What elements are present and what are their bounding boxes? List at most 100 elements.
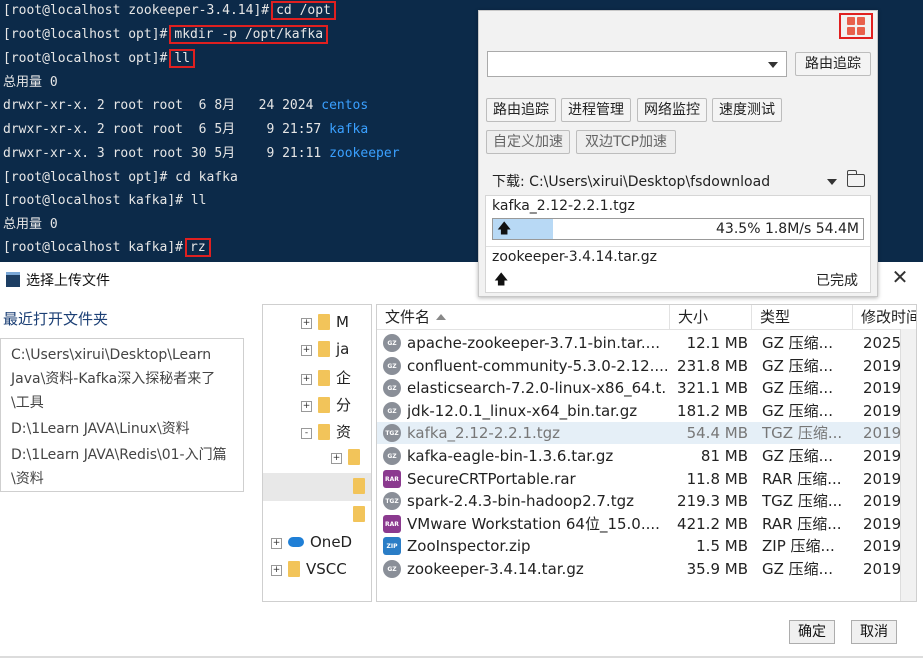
cancel-button[interactable]: 取消 [851, 620, 897, 644]
file-type: GZ 压缩... [762, 560, 833, 578]
file-row[interactable]: GZ confluent-community-5.3.0-2.12.... 231.… [377, 355, 916, 377]
file-name: SecureCRTPortable.rar [407, 469, 576, 488]
file-size: 35.9 MB [686, 560, 748, 578]
collapse-icon[interactable]: - [301, 428, 312, 439]
transfer-status: 43.5% 1.8M/s 54.4M [716, 221, 859, 237]
chevron-down-icon[interactable] [827, 179, 837, 185]
process-mgmt-button[interactable]: 进程管理 [561, 98, 631, 122]
upload-arrow-icon: 🡅 [497, 221, 512, 237]
terminal-line: [root@localhost opt]# cd kafka [3, 170, 238, 185]
upload-arrow-icon: 🡅 [494, 272, 509, 288]
column-type[interactable]: 类型 [752, 305, 853, 329]
transfer-item[interactable]: zookeeper-3.4.14.tar.gz 🡅 已完成 [486, 246, 870, 293]
transfer-item[interactable]: kafka_2.12-2.2.1.tgz 🡅 43.5% 1.8M/s 54.4… [486, 196, 870, 244]
file-type: ZIP 压缩... [762, 537, 835, 556]
recent-folder-item[interactable]: C:\Users\xirui\Desktop\Learn Java\资料-Kaf… [11, 343, 229, 415]
highlighted-command: rz [185, 238, 211, 257]
column-name[interactable]: 文件名 [377, 305, 670, 329]
file-type: TGZ 压缩... [762, 492, 843, 511]
file-name: apache-zookeeper-3.7.1-bin.tar.... [407, 334, 660, 352]
file-row[interactable]: GZ zookeeper-3.4.14.tar.gz 35.9 MB GZ 压缩...… [377, 558, 916, 580]
tree-node[interactable]: + ja [301, 340, 349, 360]
recent-folder-item[interactable]: D:\1Learn JAVA\Redis\01-入门篇\资料 [11, 443, 229, 491]
expand-icon[interactable]: + [301, 345, 312, 356]
file-row[interactable]: GZ jdk-12.0.1_linux-x64_bin.tar.gz 181.2 M… [377, 400, 916, 422]
file-size: 12.1 MB [686, 334, 748, 352]
file-row[interactable]: RAR SecureCRTPortable.rar 11.8 MB RAR 压缩...… [377, 468, 916, 490]
terminal-line: [root@localhost zookeeper-3.4.14]# cd /op… [3, 0, 336, 22]
route-trace-button[interactable]: 路由追踪 [486, 98, 556, 122]
dual-tcp-accel-button[interactable]: 双边TCP加速 [576, 130, 676, 154]
custom-accel-button[interactable]: 自定义加速 [486, 130, 570, 154]
archive-file-icon: GZ [383, 334, 401, 352]
apps-grid-icon[interactable] [839, 13, 873, 39]
archive-file-icon: GZ [383, 560, 401, 578]
folder-tree[interactable]: + M + ja + 企 + 分 -资 + + OneD + VSCC [262, 304, 372, 602]
folder-icon [318, 314, 330, 330]
file-size: 421.2 MB [677, 514, 748, 533]
tree-node[interactable]: + OneD [271, 533, 352, 553]
tree-node[interactable]: + 分 [301, 394, 351, 414]
transfer-status: 已完成 [816, 273, 858, 289]
ok-button[interactable]: 确定 [789, 620, 835, 644]
tree-node[interactable] [353, 477, 371, 497]
window-icon [6, 272, 20, 287]
folder-icon [318, 424, 330, 440]
file-type: GZ 压缩... [762, 356, 833, 375]
file-row[interactable]: GZ kafka-eagle-bin-1.3.6.tar.gz 81 MB GZ 压缩… [377, 445, 916, 467]
tree-node[interactable] [353, 505, 371, 525]
network-monitor-button[interactable]: 网络监控 [637, 98, 707, 122]
route-select[interactable] [487, 51, 787, 77]
close-icon[interactable]: ✕ [889, 266, 911, 288]
expand-icon[interactable]: + [301, 401, 312, 412]
file-name: elasticsearch-7.2.0-linux-x86_64.t... [407, 379, 667, 398]
file-type: GZ 压缩... [762, 447, 833, 465]
transfer-list: kafka_2.12-2.2.1.tgz 🡅 43.5% 1.8M/s 54.4… [485, 195, 871, 293]
column-size[interactable]: 大小 [670, 305, 752, 329]
archive-file-icon: GZ [383, 356, 401, 375]
terminal-line: 总用量 0 [3, 217, 58, 232]
file-size: 219.3 MB [677, 492, 748, 511]
terminal-line: drwxr-xr-x. 2 root root 6 5月 9 21:57 kaf… [3, 122, 369, 137]
archive-file-icon: TGZ [383, 424, 401, 443]
tree-node[interactable]: + M [301, 313, 349, 333]
expand-icon[interactable]: + [271, 565, 282, 576]
file-row[interactable]: GZ apache-zookeeper-3.7.1-bin.tar.... 12.1… [377, 332, 916, 354]
folder-icon [318, 341, 330, 357]
archive-file-icon: GZ [383, 379, 401, 398]
file-size: 181.2 MB [677, 401, 748, 420]
expand-icon[interactable]: + [271, 538, 282, 549]
tree-node[interactable]: -资 [301, 421, 351, 441]
speed-test-button[interactable]: 速度测试 [712, 98, 782, 122]
file-row[interactable]: ZIPZooInspector.zip1.5 MBZIP 压缩...2019/0… [377, 535, 916, 557]
archive-file-icon: TGZ [383, 492, 401, 511]
terminal-line: 总用量 0 [3, 75, 58, 90]
terminal-line: [root@localhost kafka]# ll [3, 193, 207, 208]
download-path-bar: 下载: C:\Users\xirui\Desktop\fsdownload [487, 170, 869, 193]
file-row[interactable]: GZ elasticsearch-7.2.0-linux-x86_64.t... 3… [377, 377, 916, 399]
expand-icon[interactable]: + [301, 318, 312, 329]
download-path: 下载: C:\Users\xirui\Desktop\fsdownload [492, 174, 771, 190]
file-row[interactable]: RAR VMware Workstation 64位_15.0.... 421.2 … [377, 513, 916, 535]
expand-icon[interactable]: + [301, 374, 312, 385]
column-modified[interactable]: 修改时间 [853, 305, 916, 329]
file-list-scrollbar[interactable] [900, 329, 916, 601]
file-size: 81 MB [700, 447, 748, 465]
folder-icon [288, 561, 300, 577]
expand-icon[interactable]: + [331, 453, 342, 464]
file-type: RAR 压缩... [762, 514, 842, 533]
tree-node[interactable]: + 企 [301, 367, 351, 387]
file-name: jdk-12.0.1_linux-x64_bin.tar.gz [407, 401, 638, 420]
tree-node[interactable]: + VSCC [271, 560, 347, 580]
file-list[interactable]: 文件名 大小 类型 修改时间 GZ apache-zookeeper-3.7.1-… [376, 304, 917, 602]
folder-icon[interactable] [847, 170, 865, 187]
file-size: 321.1 MB [677, 379, 748, 398]
folder-icon [348, 449, 360, 465]
onedrive-icon [288, 537, 304, 547]
file-name: VMware Workstation 64位_15.0.... [407, 514, 660, 533]
file-row[interactable]: TGZ spark-2.4.3-bin-hadoop2.7.tgz 219.3 MB… [377, 490, 916, 512]
route-trace-button[interactable]: 路由追踪 [795, 52, 871, 76]
file-row[interactable]: TGZ kafka_2.12-2.2.1.tgz 54.4 MB TGZ 压缩... 2… [377, 422, 916, 445]
tree-node[interactable]: + [331, 448, 366, 468]
recent-folder-item[interactable]: D:\1Learn JAVA\Linux\资料 [11, 417, 229, 441]
